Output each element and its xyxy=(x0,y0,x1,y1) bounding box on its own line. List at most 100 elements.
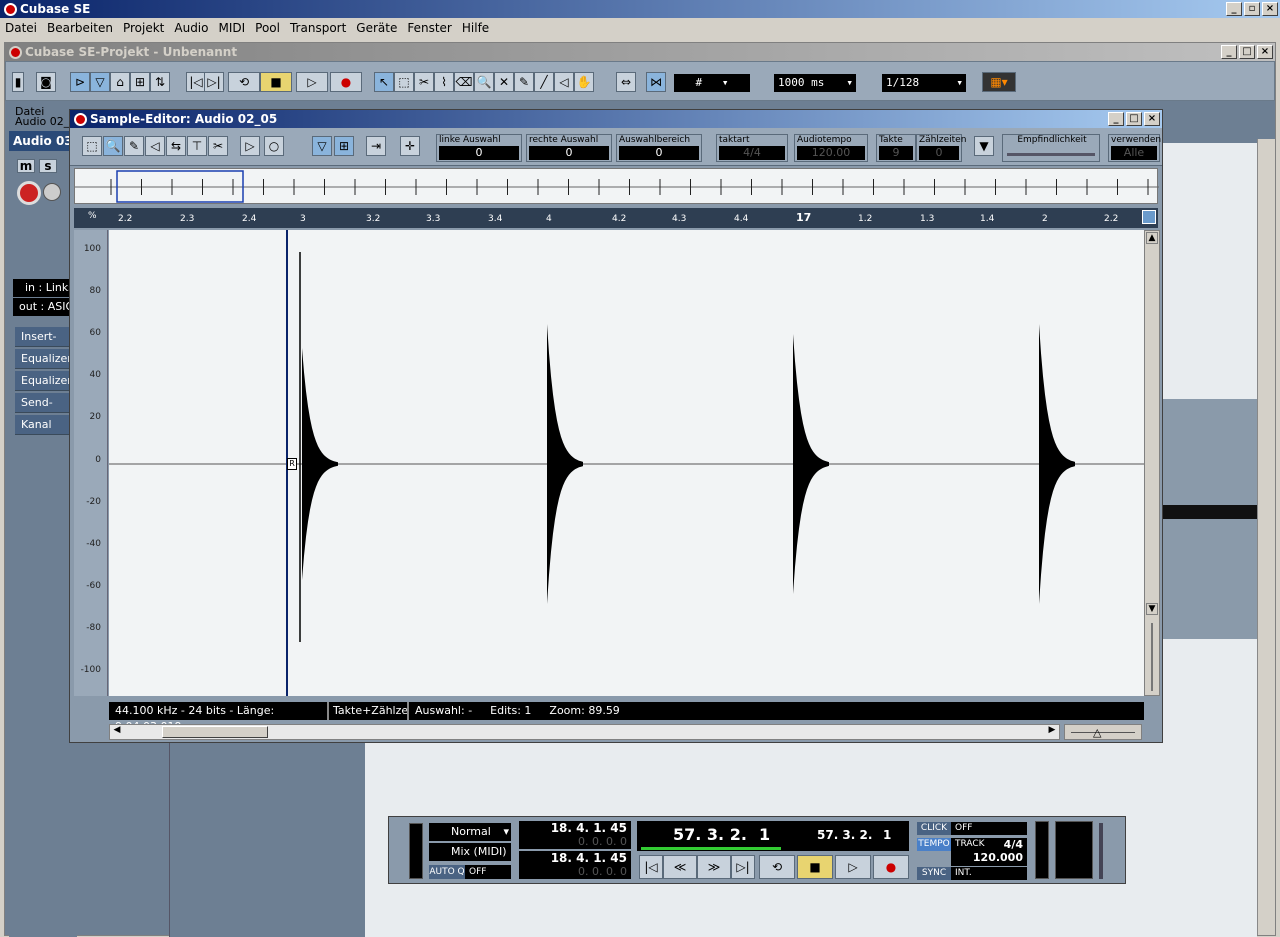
goto-start-button[interactable]: |◁ xyxy=(186,72,206,92)
editor-hitpoint-tool-button[interactable]: ⊤ xyxy=(187,136,207,156)
editor-autoscroll-button[interactable]: ⇥ xyxy=(366,136,386,156)
beats-field[interactable]: Zählzeiten 0 xyxy=(916,134,966,162)
sensitivity-slider[interactable] xyxy=(1007,153,1095,156)
hzoom-slider[interactable]: △ xyxy=(1064,724,1142,740)
meter-field[interactable]: taktart 4/4 xyxy=(716,134,788,162)
glue-tool-button[interactable]: ⌇ xyxy=(434,72,454,92)
inspector-toggle-button[interactable]: ▮ xyxy=(12,72,24,92)
tool-a-button[interactable]: ⌂ xyxy=(110,72,130,92)
zoom-tool-button[interactable]: 🔍 xyxy=(474,72,494,92)
hscroll-thumb[interactable] xyxy=(162,726,268,738)
mute-button[interactable]: m xyxy=(17,159,35,173)
out-routing[interactable]: out : ASIO xyxy=(13,298,77,316)
menu-audio[interactable]: Audio xyxy=(169,21,213,35)
transport-mix-select[interactable]: Mix (MIDI)▾ xyxy=(429,843,511,876)
line-tool-button[interactable]: ╱ xyxy=(534,72,554,92)
filter-icon[interactable]: ▼ xyxy=(974,136,994,156)
overview-strip[interactable] xyxy=(74,168,1159,204)
menu-bearbeiten[interactable]: Bearbeiten xyxy=(42,21,118,35)
editor-maximize-button[interactable]: □ xyxy=(1126,112,1142,126)
editor-range-tool-button[interactable]: ⬚ xyxy=(82,136,102,156)
color-tool-button[interactable]: ✋ xyxy=(574,72,594,92)
sensitivity-field[interactable]: Empfindlichkeit xyxy=(1002,134,1100,162)
play-button[interactable]: ▷ xyxy=(296,72,328,92)
editor-hscroll[interactable]: ◀ ▶ xyxy=(109,724,1060,740)
editor-minimize-button[interactable]: _ xyxy=(1108,112,1124,126)
quantize-select[interactable]: 1/128 ▾ xyxy=(882,74,966,92)
goto-end-button[interactable]: ▷| xyxy=(204,72,224,92)
project-minimize-button[interactable]: _ xyxy=(1221,45,1237,59)
minimize-button[interactable]: _ xyxy=(1226,2,1242,16)
editor-play-button[interactable]: ▷ xyxy=(240,136,260,156)
transport-mode-select[interactable]: Normal ▾ xyxy=(429,823,511,841)
editor-loop-button[interactable]: ○ xyxy=(264,136,284,156)
editor-warp-tool-button[interactable]: ✂ xyxy=(208,136,228,156)
speaker-tool-button[interactable]: ◁ xyxy=(554,72,574,92)
editor-scrub-tool-button[interactable]: ⇆ xyxy=(166,136,186,156)
arrange-vscroll[interactable] xyxy=(1257,139,1275,935)
snap-mode-button[interactable]: ⋈ xyxy=(646,72,666,92)
menu-fenster[interactable]: Fenster xyxy=(402,21,457,35)
mute-tool-button[interactable]: ✕ xyxy=(494,72,514,92)
autoscroll-button[interactable]: ⊳ xyxy=(70,72,90,92)
right-locator-display[interactable]: 18. 4. 1. 45 0. 0. 0. 0 xyxy=(519,851,631,879)
left-selection-field[interactable]: linke Auswahl 0 xyxy=(436,134,522,162)
meter-value[interactable]: 4/4 xyxy=(719,146,785,160)
solo-button[interactable]: s xyxy=(39,159,57,173)
draw-tool-button[interactable]: ✎ xyxy=(514,72,534,92)
close-button[interactable]: × xyxy=(1262,2,1278,16)
cycle-button[interactable]: ⟲ xyxy=(228,72,260,92)
transport-record-button[interactable]: ● xyxy=(873,855,909,879)
master-fader[interactable] xyxy=(1099,823,1103,879)
constrain-button[interactable]: ◙ xyxy=(36,72,56,92)
left-selection-value[interactable]: 0 xyxy=(439,146,519,160)
hscroll-left-icon[interactable]: ◀ xyxy=(110,725,124,739)
status-mode[interactable]: Takte+Zählzeit xyxy=(329,702,409,720)
use-value[interactable]: Alle xyxy=(1111,146,1157,160)
record-enable-button[interactable] xyxy=(17,181,41,205)
menu-geraete[interactable]: Geräte xyxy=(351,21,402,35)
vscroll-down-icon[interactable]: ▼ xyxy=(1146,603,1158,615)
autoq-label[interactable]: AUTO Q xyxy=(429,865,465,879)
selection-range-field[interactable]: Auswahlbereich 0 xyxy=(616,134,702,162)
click-label[interactable]: CLICK xyxy=(917,822,951,835)
audio-tempo-field[interactable]: Audiotempo 120.00 xyxy=(794,134,868,162)
waveform-view[interactable]: R xyxy=(109,230,1144,696)
split-tool-button[interactable]: ✂ xyxy=(414,72,434,92)
timeline-ruler[interactable]: % 2.2 2.3 2.4 3 3.2 3.3 3.4 4 4.2 4.3 4.4 17 1.2 1.3 1… xyxy=(74,208,1158,228)
audio-tempo-value[interactable]: 120.00 xyxy=(797,146,865,160)
transport-play-button[interactable]: ▷ xyxy=(835,855,871,879)
hscroll-right-icon[interactable]: ▶ xyxy=(1045,725,1059,739)
editor-zoom-tool-button[interactable]: 🔍 xyxy=(103,136,123,156)
stop-button[interactable]: ■ xyxy=(260,72,292,92)
sync-label[interactable]: SYNC xyxy=(917,867,951,880)
arrow-tool-button[interactable]: ↖ xyxy=(374,72,394,92)
transport-forward-end-button[interactable]: ▷| xyxy=(731,855,755,879)
tool-b-button[interactable]: ⊞ xyxy=(130,72,150,92)
editor-vscroll[interactable]: ▲ ▼ xyxy=(1144,230,1160,696)
project-close-button[interactable]: × xyxy=(1257,45,1273,59)
bars-value[interactable]: 9 xyxy=(879,146,913,160)
transport-stop-button[interactable]: ■ xyxy=(797,855,833,879)
ruler-menu-button[interactable] xyxy=(1142,210,1156,224)
erase-tool-button[interactable]: ⌫ xyxy=(454,72,474,92)
beats-value[interactable]: 0 xyxy=(919,146,959,160)
inspector-insert-effects[interactable]: Insert-Effe xyxy=(15,327,75,363)
record-button[interactable]: ● xyxy=(330,72,362,92)
editor-close-button[interactable]: × xyxy=(1144,112,1160,126)
tempo-label[interactable]: TEMPO xyxy=(917,838,951,851)
editor-snap-zero-button[interactable]: ⊞ xyxy=(334,136,354,156)
menu-midi[interactable]: MIDI xyxy=(213,21,250,35)
tool-c-button[interactable]: ⇅ xyxy=(150,72,170,92)
position-display[interactable]: 57. 3. 2. 1 57. 3. 2. 1 xyxy=(637,821,909,851)
region-marker[interactable]: R xyxy=(287,458,297,470)
nudge-button[interactable]: ⇔ xyxy=(616,72,636,92)
inspector-equalizer-curve[interactable]: Equalizer-K xyxy=(15,371,75,407)
transport-cycle-button[interactable]: ⟲ xyxy=(759,855,795,879)
bars-field[interactable]: Takte 9 xyxy=(876,134,916,162)
right-selection-field[interactable]: rechte Auswahl 0 xyxy=(526,134,612,162)
vzoom-slider[interactable] xyxy=(1151,623,1153,691)
color-palette-button[interactable]: ▦▾ xyxy=(982,72,1016,92)
left-locator-display[interactable]: 18. 4. 1. 45 0. 0. 0. 0 xyxy=(519,821,631,849)
snap-button[interactable]: ▽ xyxy=(90,72,110,92)
